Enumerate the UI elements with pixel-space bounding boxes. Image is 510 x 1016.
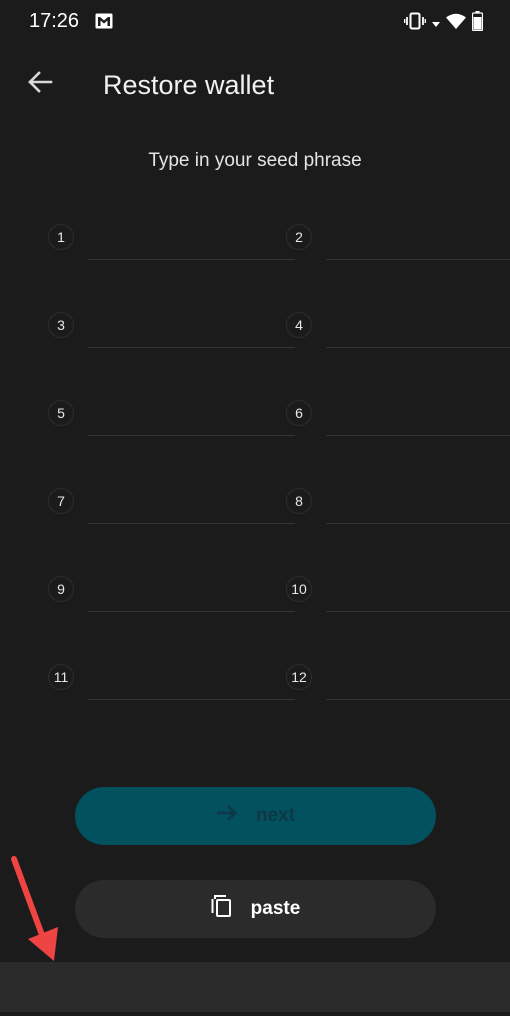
red-arrow-icon bbox=[8, 855, 68, 970]
seed-word-input-6[interactable] bbox=[326, 411, 510, 436]
seed-word-field-3: 3 bbox=[48, 310, 295, 348]
app-bar: Restore wallet bbox=[0, 50, 510, 120]
word-number-badge: 11 bbox=[48, 664, 74, 690]
seed-word-field-4: 4 bbox=[286, 310, 510, 348]
seed-word-input-1[interactable] bbox=[88, 235, 295, 260]
seed-word-grid: 1 2 3 4 5 6 7 8 9 10 11 12 bbox=[48, 222, 510, 700]
seed-word-input-9[interactable] bbox=[88, 587, 295, 612]
seed-word-field-11: 11 bbox=[48, 662, 295, 700]
status-time: 17:26 bbox=[29, 10, 80, 32]
word-number-badge: 8 bbox=[286, 488, 312, 514]
vibrate-icon bbox=[403, 12, 427, 35]
word-number-badge: 12 bbox=[286, 664, 312, 690]
seed-word-input-3[interactable] bbox=[88, 323, 295, 348]
arrow-right-icon bbox=[216, 804, 238, 828]
seed-word-field-5: 5 bbox=[48, 398, 295, 436]
seed-word-input-7[interactable] bbox=[88, 499, 295, 524]
word-number-badge: 7 bbox=[48, 488, 74, 514]
seed-word-input-4[interactable] bbox=[326, 323, 510, 348]
copy-icon bbox=[211, 894, 233, 924]
word-number-badge: 6 bbox=[286, 400, 312, 426]
word-number-badge: 2 bbox=[286, 224, 312, 250]
seed-word-field-6: 6 bbox=[286, 398, 510, 436]
back-button[interactable] bbox=[20, 64, 60, 104]
word-number-badge: 9 bbox=[48, 576, 74, 602]
word-number-badge: 10 bbox=[286, 576, 312, 602]
seed-word-field-2: 2 bbox=[286, 222, 510, 260]
arrow-left-icon bbox=[27, 70, 53, 99]
battery-icon bbox=[471, 11, 484, 36]
seed-word-input-2[interactable] bbox=[326, 235, 510, 260]
word-number-badge: 5 bbox=[48, 400, 74, 426]
status-bar: 17:26 bbox=[0, 0, 510, 44]
wifi-icon bbox=[446, 13, 466, 34]
seed-word-field-12: 12 bbox=[286, 662, 510, 700]
seed-word-input-10[interactable] bbox=[326, 587, 510, 612]
seed-word-input-8[interactable] bbox=[326, 499, 510, 524]
seed-word-input-5[interactable] bbox=[88, 411, 295, 436]
gmail-icon bbox=[95, 13, 113, 29]
seed-word-field-1: 1 bbox=[48, 222, 295, 260]
page-title: Restore wallet bbox=[103, 70, 275, 100]
seed-word-field-7: 7 bbox=[48, 486, 295, 524]
paste-button[interactable]: paste bbox=[75, 880, 436, 938]
system-icons bbox=[403, 11, 484, 36]
next-button-label: next bbox=[255, 805, 296, 826]
seed-word-input-12[interactable] bbox=[326, 675, 510, 700]
next-button[interactable]: next bbox=[75, 787, 436, 845]
seed-word-field-8: 8 bbox=[286, 486, 510, 524]
seed-word-input-11[interactable] bbox=[88, 675, 295, 700]
word-number-badge: 4 bbox=[286, 312, 312, 338]
screen: 17:26 Restore wallet Type in your seed p… bbox=[0, 0, 510, 1016]
seed-phrase-instruction: Type in your seed phrase bbox=[148, 150, 362, 171]
navigation-bar bbox=[0, 962, 510, 1012]
seed-word-field-9: 9 bbox=[48, 574, 295, 612]
word-number-badge: 3 bbox=[48, 312, 74, 338]
word-number-badge: 1 bbox=[48, 224, 74, 250]
signal-arrow-icon bbox=[432, 15, 440, 33]
seed-word-field-10: 10 bbox=[286, 574, 510, 612]
paste-button-label: paste bbox=[250, 898, 301, 919]
